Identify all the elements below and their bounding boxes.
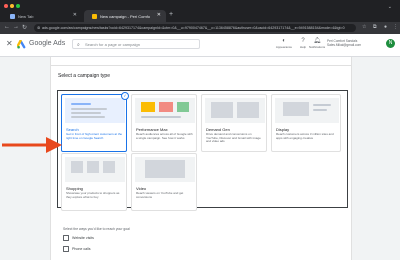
search-preview-image [65,98,125,123]
campaign-type-display[interactable]: Display Reach customers across 3 million… [271,94,341,152]
campaign-type-performance-max[interactable]: Performance Max Reach audiences across a… [131,94,197,152]
goal-option-label: Website visits [72,235,94,240]
video-preview-image [135,157,195,182]
close-window-dot[interactable] [4,4,8,8]
annotation-arrow-icon [2,137,62,153]
tab-search-icon[interactable]: ⌄ [388,4,396,10]
main-content: Select a campaign type ✓ Search Get in f… [0,57,400,260]
bookmark-star-icon[interactable]: ☆ [362,24,366,30]
performance-max-preview-image [135,98,195,123]
display-preview-image [275,98,339,123]
minimize-window-dot[interactable] [10,4,14,8]
campaign-type-search[interactable]: ✓ Search Get in front of high-intent cus… [61,92,129,152]
campaign-type-description: Reach viewers on YouTube and get convers… [136,191,184,199]
maximize-window-dot[interactable] [16,4,20,8]
campaign-type-description: Showcase your products to shoppers as th… [66,191,120,199]
campaign-type-description: Get in front of high-intent customers at… [66,132,123,140]
browser-tab-new-tab[interactable]: New Tab ✕ [2,10,82,22]
campaign-type-video[interactable]: Video Reach viewers on YouTube and get c… [131,153,197,211]
google-ads-header: ✕ Google Ads ⌕ Search for a page or camp… [0,34,400,57]
notifications-label: Notifications [308,45,326,49]
palette-icon: ◐ [282,38,286,44]
account-info[interactable]: Peri Comfort Sandals Sales.Mikal@gmail.c… [327,39,361,47]
shopping-preview-image [65,157,125,182]
browser-tab-bar: New Tab ✕ New campaign - Peri Comfo ✕ + … [0,0,400,22]
close-tab-icon[interactable]: ✕ [73,12,77,18]
site-info-icon[interactable]: ⊜ [37,24,40,32]
tab-title: New Tab [18,13,34,19]
campaign-type-description: Reach audiences across all of Google wit… [136,132,193,140]
goal-option-phone-calls[interactable]: Phone calls [63,246,91,252]
checkbox[interactable] [63,246,69,252]
goal-question: Select the ways you'd like to reach your… [63,227,130,231]
notifications-button[interactable]: 🔔︎ Notifications [308,38,326,49]
search-input[interactable]: ⌕ Search for a page or campaign [72,39,200,49]
campaign-type-grid: ✓ Search Get in front of high-intent cus… [57,90,348,211]
bell-icon: 🔔︎ [313,38,321,44]
new-tab-button[interactable]: + [169,11,173,18]
goal-option-website-visits[interactable]: Website visits [63,235,94,241]
avatar[interactable]: N [386,39,395,48]
campaign-type-card: Select a campaign type ✓ Search Get in f… [50,57,352,260]
address-bar[interactable]: ⊜ ads.google.com/aw/campaigns/new/tasks?… [34,24,356,32]
search-icon: ⌕ [77,42,80,48]
checkbox[interactable] [63,235,69,241]
campaign-type-description: Drive demand and conversions on YouTube,… [206,132,261,144]
brand-name: Google Ads [29,40,66,47]
google-ads-logo-icon [17,40,26,49]
selected-check-icon: ✓ [121,92,129,100]
forward-icon[interactable]: → [13,24,19,30]
browser-tab-new-campaign[interactable]: New campaign - Peri Comfo ✕ [84,10,166,22]
new-tab-favicon-icon [10,13,15,19]
google-ads-favicon-icon [92,13,97,19]
profile-icon[interactable]: ● [384,24,387,30]
back-icon[interactable]: ← [4,24,10,30]
campaign-type-demand-gen[interactable]: Demand Gen Drive demand and conversions … [201,94,267,152]
campaign-type-description: Reach customers across 3 million sites a… [276,132,334,140]
demand-gen-preview-image [205,98,265,123]
section-title: Select a campaign type [58,73,110,79]
campaign-type-shopping[interactable]: Shopping Showcase your products to shopp… [61,153,127,211]
url-text: ads.google.com/aw/campaigns/new/tasks?oc… [42,26,345,30]
divider [51,65,351,66]
close-tab-icon[interactable]: ✕ [157,12,161,18]
appearance-label: Appearance [275,45,293,49]
appearance-button[interactable]: ◐ Appearance [274,38,294,49]
account-email: Sales.Mikal@gmail.com [327,43,362,47]
extensions-icon[interactable]: ⧉ [373,24,377,30]
reload-icon[interactable]: ↻ [22,24,27,31]
search-placeholder: Search for a page or campaign [85,42,140,47]
browser-menu-icon[interactable]: ⋮ [393,24,398,30]
tab-title: New campaign - Peri Comfo [100,13,151,19]
goal-option-label: Phone calls [72,246,91,251]
close-icon[interactable]: ✕ [6,39,13,48]
browser-toolbar: ← → ↻ ⊜ ads.google.com/aw/campaigns/new/… [0,22,400,34]
